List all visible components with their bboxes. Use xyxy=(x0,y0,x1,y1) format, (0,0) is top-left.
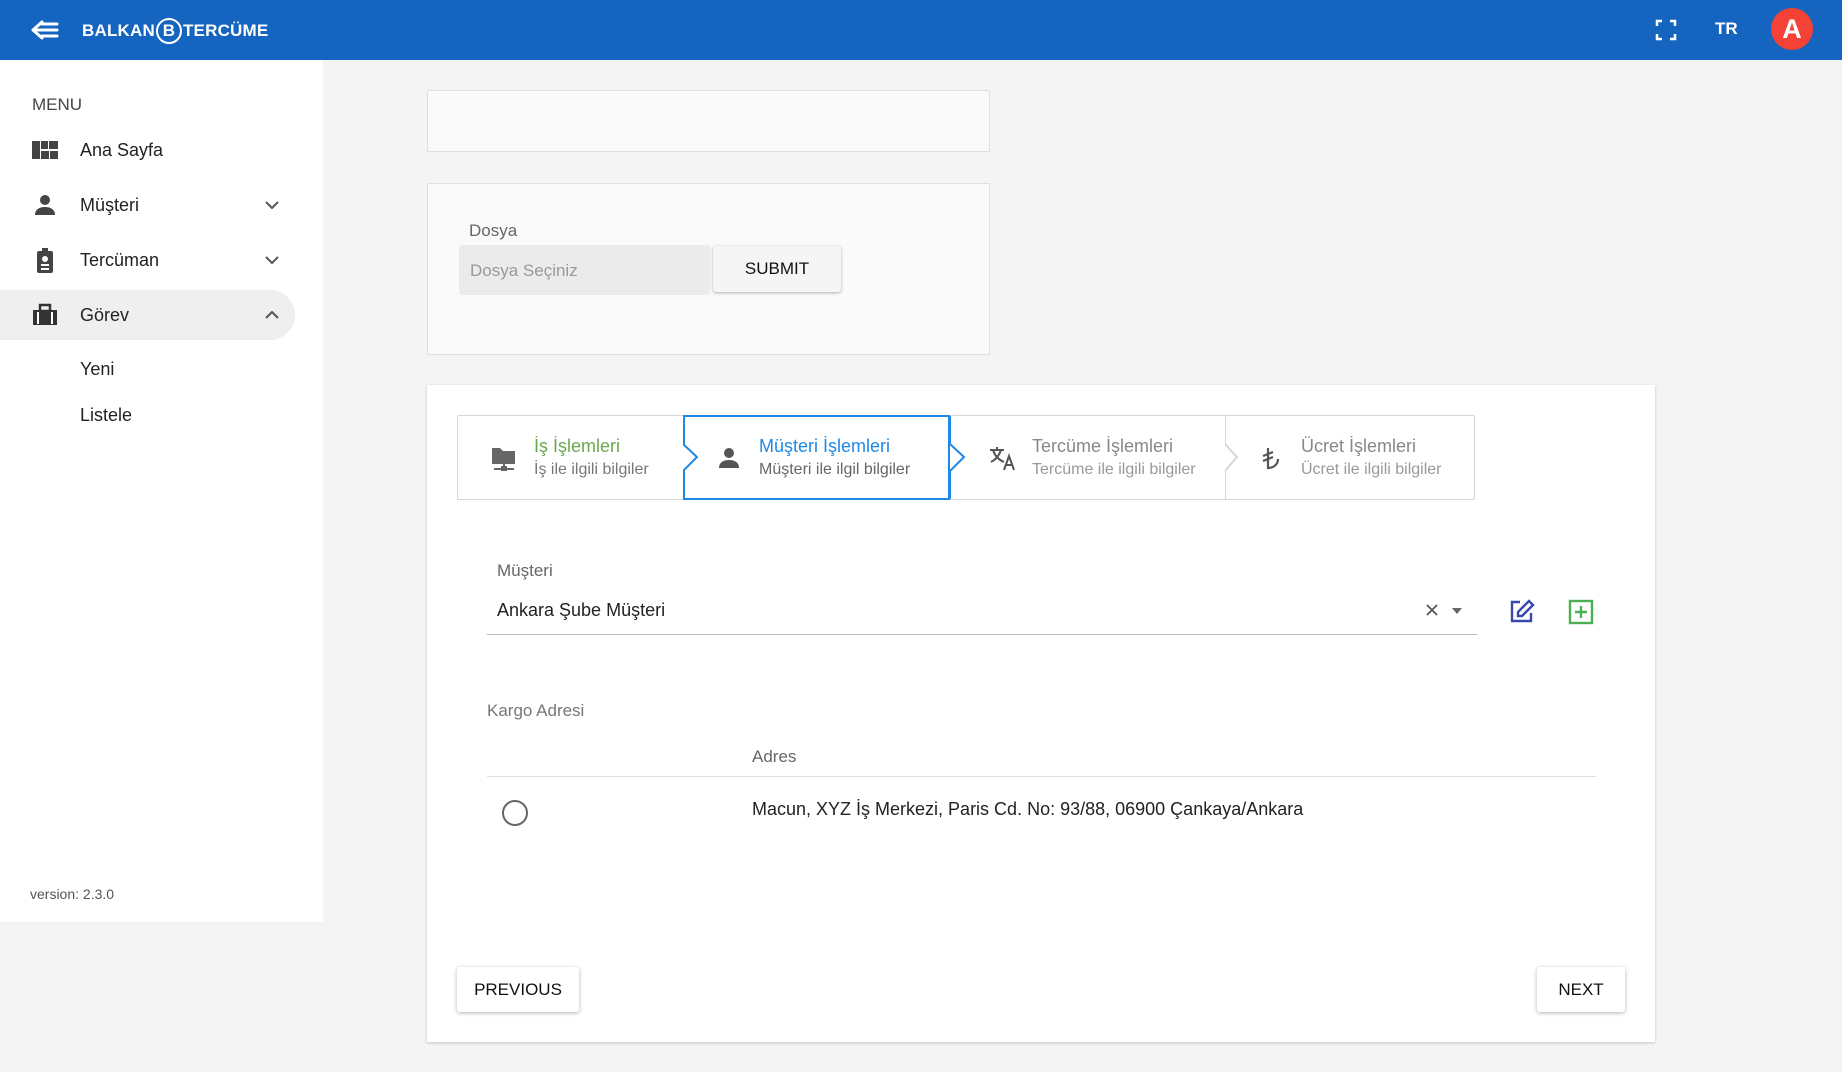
chevron-down-icon xyxy=(262,195,282,215)
badge-icon xyxy=(32,248,58,273)
logo-mark: B xyxy=(155,18,182,44)
file-input[interactable]: Dosya Seçiniz xyxy=(459,245,710,295)
step-musteri-islemleri[interactable]: Müşteri İşlemleri Müşteri ile ilgil bilg… xyxy=(683,415,950,500)
sidebar-item-ana-sayfa[interactable]: Ana Sayfa xyxy=(0,125,295,175)
step-title: Tercüme İşlemleri xyxy=(1032,436,1174,456)
person-icon xyxy=(32,193,58,217)
wizard-card: İş İşlemleri İş ile ilgili bilgiler Müşt… xyxy=(427,385,1655,1042)
app-logo: BALKAN B TERCÜME xyxy=(82,18,268,44)
table-header: Adres xyxy=(487,727,1596,777)
step-subtitle: İş ile ilgili bilgiler xyxy=(534,461,649,478)
file-label: Dosya xyxy=(469,221,518,240)
sidebar-item-label: Tercüman xyxy=(80,249,160,270)
dashboard-icon xyxy=(32,138,58,162)
submit-button[interactable]: SUBMIT xyxy=(713,246,841,292)
menu-title: MENU xyxy=(32,95,83,114)
step-separator xyxy=(682,416,699,499)
sidebar-item-musteri[interactable]: Müşteri xyxy=(0,180,295,230)
step-subtitle: Tercüme ile ilgili bilgiler xyxy=(1032,461,1196,478)
customer-label: Müşteri xyxy=(497,561,553,580)
sidebar-item-label: Görev xyxy=(80,304,130,325)
customer-value: Ankara Şube Müşteri xyxy=(497,600,666,620)
sidebar-item-label: Ana Sayfa xyxy=(80,139,164,160)
previous-button[interactable]: PREVIOUS xyxy=(457,967,579,1012)
briefcase-icon xyxy=(32,303,58,327)
person-icon xyxy=(715,444,743,472)
step-tercume-islemleri[interactable]: Tercüme İşlemleri Tercüme ile ilgili bil… xyxy=(950,416,1225,499)
stepper: İş İşlemleri İş ile ilgili bilgiler Müşt… xyxy=(457,415,1475,500)
sidebar-item-gorev[interactable]: Görev xyxy=(0,290,295,340)
add-box-icon[interactable] xyxy=(1567,598,1595,626)
file-upload-card: Dosya Dosya Seçiniz SUBMIT xyxy=(427,183,990,355)
folder-network-icon xyxy=(490,444,518,472)
language-switch[interactable]: TR xyxy=(1715,19,1738,39)
column-header-adres: Adres xyxy=(752,747,797,766)
step-ucret-islemleri[interactable]: Ücret İşlemleri Ücret ile ilgili bilgile… xyxy=(1225,416,1475,499)
chevron-down-icon xyxy=(262,250,282,270)
edit-icon[interactable] xyxy=(1507,598,1535,626)
translate-icon xyxy=(988,444,1016,472)
step-title: Ücret İşlemleri xyxy=(1301,436,1417,456)
step-title: Müşteri İşlemleri xyxy=(759,436,891,456)
sidebar-subitem-yeni[interactable]: Yeni xyxy=(80,359,114,380)
sidebar-subitem-listele[interactable]: Listele xyxy=(80,405,132,426)
next-button[interactable]: NEXT xyxy=(1537,967,1625,1012)
back-arrow-icon[interactable] xyxy=(28,14,62,46)
step-title: İş İşlemleri xyxy=(534,436,621,456)
step-is-islemleri[interactable]: İş İşlemleri İş ile ilgili bilgiler xyxy=(458,416,683,499)
logo-text-right: TERCÜME xyxy=(182,21,269,40)
dropdown-arrow-icon[interactable] xyxy=(1450,604,1464,616)
user-avatar[interactable]: A xyxy=(1771,8,1813,50)
address-radio[interactable] xyxy=(502,800,528,826)
step-subtitle: Müşteri ile ilgil bilgiler xyxy=(759,461,911,478)
address-cell: Macun, XYZ İş Merkezi, Paris Cd. No: 93/… xyxy=(752,799,1304,819)
close-icon[interactable] xyxy=(1422,600,1442,620)
step-subtitle: Ücret ile ilgili bilgiler xyxy=(1301,461,1442,478)
lira-icon xyxy=(1257,444,1285,472)
fullscreen-icon[interactable] xyxy=(1654,18,1678,42)
cargo-address-label: Kargo Adresi xyxy=(487,701,585,720)
customer-select[interactable]: Ankara Şube Müşteri xyxy=(487,585,1477,635)
logo-text-left: BALKAN xyxy=(82,21,155,40)
chevron-up-icon xyxy=(262,305,282,325)
sidebar-item-label: Müşteri xyxy=(80,194,140,215)
top-bar: BALKAN B TERCÜME TR A xyxy=(0,0,1842,60)
sidebar-item-tercuman[interactable]: Tercüman xyxy=(0,235,295,285)
version-label: version: 2.3.0 xyxy=(30,886,115,902)
table-row[interactable]: Macun, XYZ İş Merkezi, Paris Cd. No: 93/… xyxy=(487,778,1596,848)
empty-card xyxy=(427,90,990,152)
sidebar: MENU Ana Sayfa Müşteri Tercüman Görev Ye… xyxy=(0,60,323,922)
